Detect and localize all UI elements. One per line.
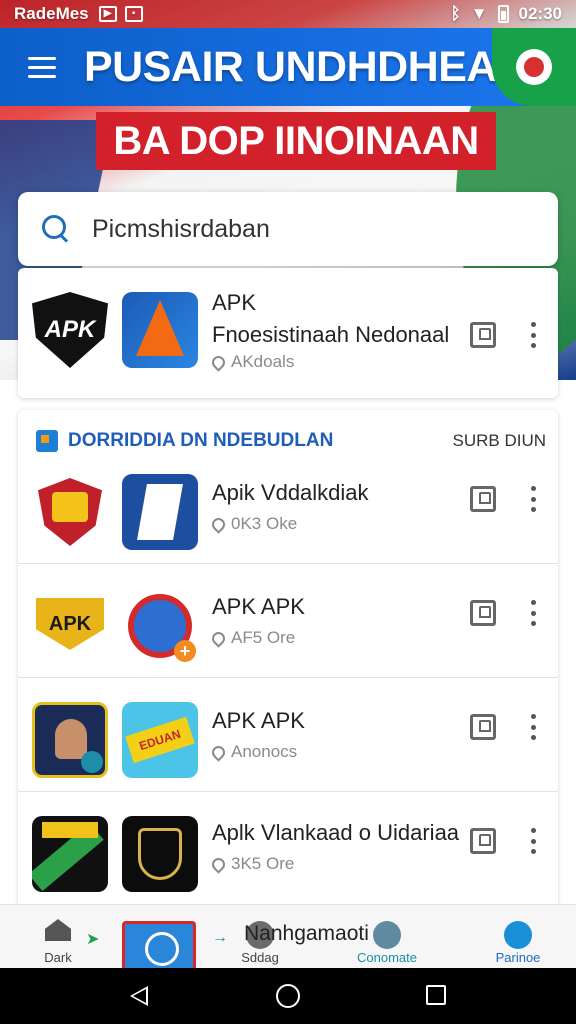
system-navigation [0,968,576,1024]
featured-card[interactable]: APK APK Fnoesistinaah Nedonaal AKdoals [18,268,558,398]
location-icon [209,742,228,762]
featured-row[interactable]: APK APK Fnoesistinaah Nedonaal AKdoals [18,268,558,382]
carrier-label: RadeMes [14,4,89,23]
home-icon [45,919,71,941]
list-item-title: Apik Vddalkdiak [212,480,369,505]
section-title: DORRIDDIA DN NDEBUDLAN [68,430,334,451]
featured-title: APK [212,290,257,315]
share-icon [373,921,401,949]
notification-icon: ▶ [98,6,117,22]
location-icon [209,514,228,534]
wifi-icon: ▼ [470,4,488,23]
featured-meta: AKdoals [209,352,294,372]
nav-item-fourth[interactable]: Parinoe [488,905,548,969]
nav-label-third: Conomate [357,950,417,965]
app-title: PUSAIR UNDHDHEAN [84,42,528,91]
nav-label-second: Sddag [241,950,279,965]
app-logo-icon [122,474,198,550]
subtitle-banner: BA DOP IINOINAAN [96,112,496,170]
bookmark-icon[interactable] [470,486,496,512]
list-item-meta: Anonocs [209,742,297,762]
nav-item-home[interactable]: Dark [30,905,86,969]
status-bar: RadeMes ▶ ▪ ᛒ ▼ 02:30 [0,0,576,28]
list-item[interactable]: APK + APK APK AF5 Ore [18,564,558,678]
section-icon [36,430,58,452]
bookmark-icon[interactable] [470,322,496,348]
flag-app-icon [32,816,108,892]
location-icon [209,854,228,874]
emblem-icon [122,816,198,892]
home-circle-icon[interactable] [276,984,300,1008]
app-bar: PUSAIR UNDHDHEAN [0,28,576,106]
bluetooth-icon: ᛒ [450,4,461,23]
clock-label: 02:30 [518,4,562,23]
list-item-meta: 3K5 Ore [209,854,294,874]
recents-icon[interactable] [426,985,446,1005]
list-item-title: APK APK [212,594,305,619]
message-icon: ▪ [124,6,143,22]
record-icon [516,49,552,85]
search-input[interactable]: Picmshisrdaban [92,215,270,244]
bookmark-icon[interactable] [470,714,496,740]
app-screen: RadeMes ▶ ▪ ᛒ ▼ 02:30 PUSAIR UNDHDHEAN B… [0,0,576,1024]
list-item[interactable]: EDUAN APK APK Anonocs [18,678,558,792]
more-vert-icon[interactable] [530,600,536,626]
apk-badge-icon: APK [32,588,108,664]
bookmark-icon[interactable] [470,828,496,854]
nav-label-fourth: Parinoe [495,950,541,965]
back-icon[interactable] [130,986,148,1006]
more-vert-icon[interactable] [530,486,536,512]
app-logo-icon [122,292,198,368]
list-item-meta: AF5 Ore [209,628,295,648]
menu-icon[interactable] [0,28,84,106]
location-icon [209,628,228,648]
list-item-title: APK APK [212,708,305,733]
list-item[interactable]: Aplk Vlankaad o Uidariaa 3K5 Ore [18,792,558,906]
list-item-meta: 0K3 Oke [209,514,297,534]
arrow-right-icon: → [212,929,228,946]
arrow-right-icon: ➤ [86,931,100,948]
list-item[interactable]: Apik Vddalkdiak 0K3 Oke [18,450,558,564]
center-app-icon[interactable] [122,921,196,969]
search-icon [42,215,70,243]
battery-icon [497,5,509,23]
more-vert-icon[interactable] [530,714,536,740]
globe-icon: + [122,588,198,664]
more-vert-icon[interactable] [530,828,536,854]
crest-icon [32,474,108,550]
profile-icon [504,921,532,949]
list-item-title: Aplk Vlankaad o Uidariaa [212,820,460,845]
section-action-link[interactable]: SURB DIUN [452,431,546,451]
record-button[interactable] [492,28,576,106]
nav-caption: Nanhgamaoti [244,922,369,945]
portrait-icon [32,702,108,778]
list-card: DORRIDDIA DN NDEBUDLAN SURB DIUN Apik Vd… [18,410,558,915]
apk-shield-icon: APK [32,292,108,368]
location-icon [209,352,228,372]
nav-label-home: Dark [44,950,72,965]
bookmark-icon[interactable] [470,600,496,626]
banner-app-icon: EDUAN [122,702,198,778]
featured-subtitle: Fnoesistinaah Nedonaal [212,322,450,347]
more-vert-icon[interactable] [530,322,536,348]
search-bar[interactable]: Picmshisrdaban [18,192,558,266]
